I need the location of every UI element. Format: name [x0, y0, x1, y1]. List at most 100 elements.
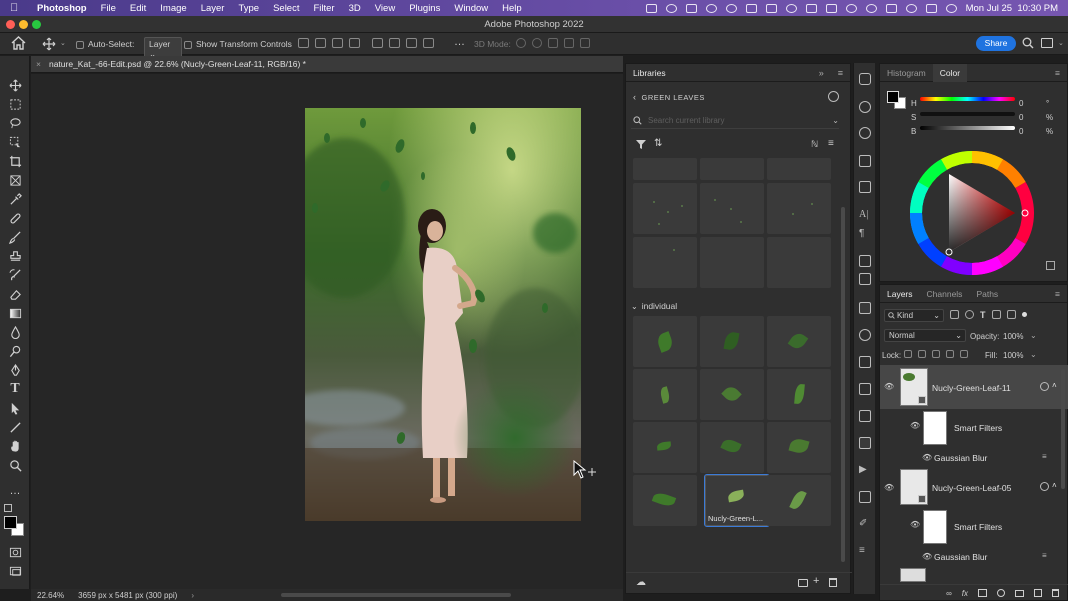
eraser-tool-icon[interactable] — [7, 287, 23, 301]
actions-play-icon[interactable]: ▶ — [859, 464, 871, 476]
glyphs-icon[interactable] — [859, 181, 871, 193]
tab-paths[interactable]: Paths — [969, 289, 1005, 299]
smart-filters-row[interactable]: 👁 Smart Filters — [880, 409, 1068, 445]
visibility-eye-icon[interactable]: 👁 — [884, 483, 894, 492]
smart-filter-options-icon[interactable] — [1040, 382, 1049, 391]
libraries-scrollbar[interactable] — [841, 207, 845, 562]
3d-slide-icon[interactable] — [564, 38, 574, 48]
layer-name[interactable]: Nucly-Green-Leaf-05 — [932, 483, 1011, 493]
smart-filter-mask-thumbnail[interactable] — [923, 411, 947, 445]
grid-view-icon[interactable]: ℕ — [811, 139, 818, 150]
lock-artboard-icon[interactable] — [946, 350, 954, 358]
blur-tool-icon[interactable] — [7, 325, 23, 339]
swatches-icon[interactable] — [859, 356, 871, 368]
quick-mask-icon[interactable] — [7, 545, 23, 559]
auto-select-checkbox-box[interactable] — [76, 40, 84, 49]
panel-menu-icon[interactable]: ≡ — [1048, 68, 1067, 78]
tab-layers[interactable]: Layers — [880, 289, 920, 299]
new-layer-icon[interactable] — [1034, 589, 1042, 597]
lasso-tool-icon[interactable] — [7, 116, 23, 130]
info-icon[interactable] — [859, 127, 871, 139]
document-image[interactable] — [305, 108, 581, 521]
foreground-color-swatch[interactable] — [4, 516, 17, 529]
clock[interactable]: Mon Jul 25 10:30 PM — [966, 3, 1058, 14]
comments-icon[interactable] — [859, 73, 871, 85]
hand-tool-icon[interactable] — [7, 439, 23, 453]
move-tool-icon[interactable] — [7, 78, 23, 92]
airplay-icon[interactable] — [745, 3, 757, 13]
lock-transparent-icon[interactable] — [904, 350, 912, 358]
menu-layer[interactable]: Layer — [194, 3, 232, 14]
filter-effect-row[interactable]: 👁 Gaussian Blur ≡ — [880, 549, 1068, 564]
filter-pixel-icon[interactable] — [950, 310, 959, 319]
group-header-individual[interactable]: ⌄ individual — [631, 301, 677, 311]
path-selection-tool-icon[interactable] — [7, 401, 23, 415]
link-layers-icon[interactable]: ∞ — [946, 589, 952, 598]
sort-icon[interactable]: ⇅ — [654, 138, 662, 149]
horizontal-scrollbar[interactable] — [281, 593, 511, 597]
line-tool-icon[interactable] — [7, 420, 23, 434]
bookmark-icon[interactable] — [765, 3, 777, 13]
add-mask-icon[interactable] — [978, 589, 987, 597]
library-item[interactable] — [700, 237, 764, 288]
share-button[interactable]: Share — [976, 36, 1016, 51]
close-window-button[interactable] — [6, 20, 15, 29]
smart-filters-row[interactable]: 👁 Smart Filters — [880, 508, 1068, 544]
user-icon[interactable] — [865, 3, 877, 13]
library-leaf-item[interactable] — [700, 369, 764, 420]
opacity-value[interactable]: 100% — [1003, 332, 1023, 341]
menu-plugins[interactable]: Plugins — [402, 3, 447, 14]
library-item[interactable] — [633, 158, 697, 180]
list-view-icon[interactable]: ≡ — [828, 138, 834, 149]
library-leaf-item[interactable] — [633, 369, 697, 420]
adjustments-icon[interactable] — [859, 329, 871, 341]
menu-filter[interactable]: Filter — [306, 3, 341, 14]
library-item[interactable] — [700, 183, 764, 234]
fill-value[interactable]: 100% — [1003, 351, 1023, 360]
menu-app-name[interactable]: Photoshop — [30, 3, 94, 14]
marquee-tool-icon[interactable] — [7, 97, 23, 111]
foreground-swatch[interactable] — [887, 91, 899, 103]
menu-type[interactable]: Type — [231, 3, 266, 14]
camera-icon[interactable] — [645, 3, 657, 13]
library-leaf-item[interactable] — [700, 422, 764, 473]
more-options-icon[interactable]: … — [454, 36, 465, 48]
library-item[interactable] — [767, 183, 831, 234]
brightness-value[interactable]: 0 — [1019, 127, 1023, 136]
properties-icon[interactable] — [859, 155, 871, 167]
collapse-effects-icon[interactable]: ˄ — [1052, 481, 1057, 490]
blend-mode-dropdown[interactable]: Normal ⌄ — [884, 329, 966, 342]
fill-chevron-icon[interactable]: ⌄ — [1030, 350, 1037, 359]
object-selection-tool-icon[interactable] — [7, 135, 23, 149]
brightness-slider[interactable] — [920, 126, 1015, 130]
3d-pan-icon[interactable] — [548, 38, 558, 48]
gauge-icon[interactable] — [785, 3, 797, 13]
minimize-window-button[interactable] — [19, 20, 28, 29]
show-transform-controls[interactable]: Show Transform Controls — [184, 39, 292, 49]
blending-options-icon[interactable]: ≡ — [1042, 551, 1047, 560]
layer-style-fx-icon[interactable]: fx — [962, 589, 968, 598]
opacity-chevron-icon[interactable]: ⌄ — [1030, 331, 1037, 340]
tool-presets-icon[interactable]: ≡ — [859, 545, 871, 557]
cloud-icon[interactable]: ☁ — [636, 577, 646, 588]
edit-toolbar-icon[interactable]: … — [7, 484, 23, 498]
dodge-tool-icon[interactable] — [7, 344, 23, 358]
chevron-down-icon[interactable]: ⌄ — [60, 39, 66, 47]
lock-all-icon[interactable] — [960, 350, 968, 358]
battery-icon[interactable] — [885, 3, 897, 13]
screen-mode-icon[interactable] — [7, 564, 23, 578]
library-item[interactable] — [700, 158, 764, 180]
align-top-icon[interactable] — [372, 38, 383, 48]
library-leaf-item[interactable] — [767, 369, 831, 420]
3d-roll-icon[interactable] — [532, 38, 542, 48]
paragraph-icon[interactable]: ¶ — [859, 228, 871, 240]
workspace-chevron-icon[interactable]: ⌄ — [1058, 39, 1064, 47]
layer-name[interactable]: Nucly-Green-Leaf-11 — [932, 383, 1011, 393]
library-leaf-item-selected[interactable]: Nucly-Green-L... — [704, 474, 770, 527]
frame-tool-icon[interactable] — [7, 173, 23, 187]
filter-effect-row[interactable]: 👁 Gaussian Blur ≡ — [880, 450, 1068, 465]
color-options-icon[interactable] — [1046, 261, 1055, 270]
crop-tool-icon[interactable] — [7, 154, 23, 168]
layer-row[interactable] — [880, 566, 1068, 582]
tab-histogram[interactable]: Histogram — [880, 68, 933, 78]
